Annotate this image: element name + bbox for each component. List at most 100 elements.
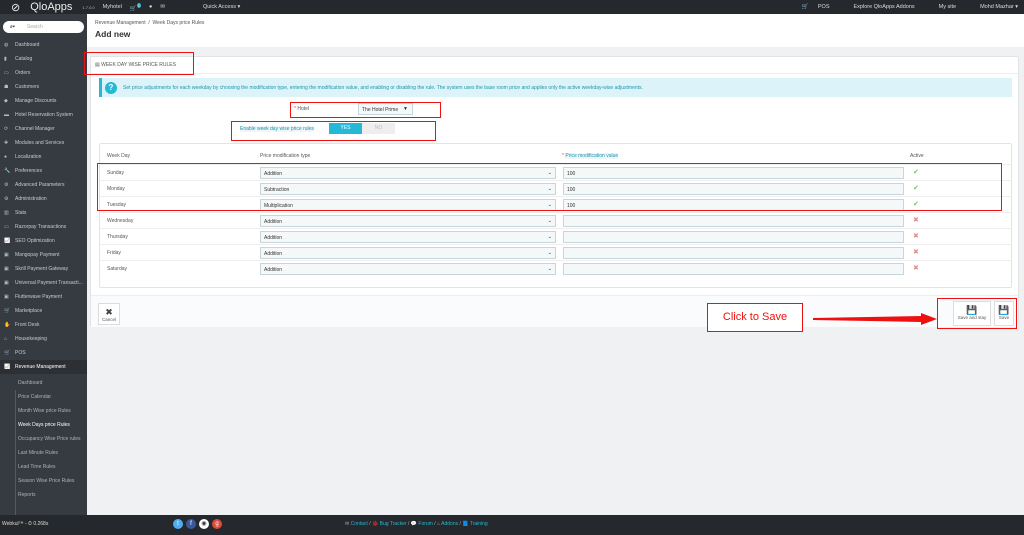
cross-icon[interactable]: ✖ <box>913 216 919 224</box>
modification-value-input[interactable] <box>563 215 904 227</box>
sidebar-item[interactable]: 🔧 Preferences <box>0 164 87 178</box>
sidebar-item[interactable]: 🛒 Marketplace <box>0 304 87 318</box>
cross-icon[interactable]: ✖ <box>913 232 919 240</box>
addons-link[interactable]: Addons <box>441 521 458 527</box>
modification-type-select[interactable]: Addition ⌄ <box>260 231 556 243</box>
contact-link[interactable]: Contact <box>351 521 368 527</box>
sidebar-item[interactable]: ✚ Modules and Services <box>0 136 87 150</box>
pos-link[interactable]: 🛒 POS <box>793 4 829 10</box>
submenu-item[interactable]: Lead Time Rules <box>18 460 56 474</box>
quick-access-menu[interactable]: Quick Access ▾ <box>203 4 240 10</box>
question-icon: ? <box>105 81 117 94</box>
sidebar-item[interactable]: ☗ Customers <box>0 80 87 94</box>
column-header: Week Day <box>107 153 130 159</box>
user-menu[interactable]: Mohd Mazhar ▾ <box>980 4 1018 10</box>
twitter-icon[interactable]: t <box>173 519 183 529</box>
submenu-item[interactable]: Reports <box>18 488 36 502</box>
refresh-icon: ⟳ <box>4 126 9 132</box>
submenu-item[interactable]: Week Days price Rules <box>18 418 70 432</box>
submenu-item[interactable]: Month Wise price Rules <box>18 404 71 418</box>
forum-link[interactable]: Forum <box>418 521 432 527</box>
credit-card-icon: ▭ <box>4 224 9 230</box>
submenu-item[interactable]: Season Wise Price Rules <box>18 474 74 488</box>
bug-tracker-link[interactable]: Bug Tracker <box>380 521 407 527</box>
table-row: Saturday Addition ⌄ ✖ <box>100 260 1011 276</box>
sidebar-item[interactable]: ⚙ Advanced Parameters <box>0 178 87 192</box>
cart-icon[interactable]: 🛒1 <box>130 2 142 11</box>
line-chart-icon: 📈 <box>4 238 11 244</box>
github-icon[interactable]: ◉ <box>199 519 209 529</box>
sidebar-item[interactable]: ◍ Dashboard <box>0 38 87 52</box>
submenu-item[interactable]: Dashboard <box>18 376 42 390</box>
column-header: * Price modification value <box>562 153 619 159</box>
modification-type-select[interactable]: Addition ⌄ <box>260 263 556 275</box>
sidebar-item[interactable]: ● Localization <box>0 150 87 164</box>
modification-type-select[interactable]: Addition ⌄ <box>260 247 556 259</box>
divider <box>91 73 1018 74</box>
logo[interactable]: ⊘ QloApps 1.7.0.0 <box>3 1 95 14</box>
modification-value-input[interactable] <box>563 247 904 259</box>
chevron-down-icon: ⌄ <box>547 250 552 256</box>
sidebar-item[interactable]: ▣ Skrill Payment Gateway <box>0 262 87 276</box>
footer-links: ✉ Contact / 🐞 Bug Tracker / 💬 Forum / ⌂ … <box>345 521 488 527</box>
facebook-icon[interactable]: f <box>186 519 196 529</box>
week-day: Wednesday <box>107 218 134 224</box>
sidebar-item[interactable]: ▮ Catalog <box>0 52 87 66</box>
week-day: Saturday <box>107 266 128 272</box>
cancel-button[interactable]: ✖ Cancel <box>98 303 120 325</box>
sidebar-item[interactable]: ◆ Manage Discounts <box>0 94 87 108</box>
logo-icon: ⊘ <box>11 1 21 14</box>
sidebar-item[interactable]: ▣ Mangopay Payment <box>0 248 87 262</box>
bug-icon: 🐞 <box>372 521 380 527</box>
training-link[interactable]: Training <box>470 521 488 527</box>
my-site-link[interactable]: My site <box>939 4 956 10</box>
sidebar-item[interactable]: 🛒 POS <box>0 346 87 360</box>
table-row: Friday Addition ⌄ ✖ <box>100 244 1011 260</box>
sidebar-item[interactable]: ⌂ Housekeeping <box>0 332 87 346</box>
breadcrumb: Revenue Management / Week Days price Rul… <box>95 20 205 26</box>
table-row: Thursday Addition ⌄ ✖ <box>100 228 1011 244</box>
annotation-box <box>290 102 441 118</box>
column-header: Price modification type <box>260 153 311 159</box>
google-plus-icon[interactable]: g <box>212 519 222 529</box>
envelope-icon[interactable]: ✉ <box>160 4 165 10</box>
sidebar-item[interactable]: ▥ Stats <box>0 206 87 220</box>
submenu-item[interactable]: Price Calendar <box>18 390 51 404</box>
cross-icon[interactable]: ✖ <box>913 264 919 272</box>
annotation-box <box>231 121 436 141</box>
modification-value-input[interactable] <box>563 231 904 243</box>
submenu-item[interactable]: Occupancy Wise Price rules <box>18 432 81 446</box>
table-row: Wednesday Addition ⌄ ✖ <box>100 212 1011 228</box>
page-header: Revenue Management / Week Days price Rul… <box>87 14 1024 47</box>
modification-type-select[interactable]: Addition ⌄ <box>260 215 556 227</box>
cross-icon[interactable]: ✖ <box>913 248 919 256</box>
modification-value-input[interactable] <box>563 263 904 275</box>
submenu-item[interactable]: Last Minute Rules <box>18 446 58 460</box>
money-icon: ▣ <box>4 266 9 272</box>
money-icon: ▣ <box>4 280 9 286</box>
search-input[interactable]: ⌕▾ Search <box>3 21 84 33</box>
sidebar-item[interactable]: ▣ Universal Payment Transacti... <box>0 276 87 290</box>
sidebar-item[interactable]: 📈 Revenue Management <box>0 360 87 374</box>
sidebar-item[interactable]: ▭ Razorpay Transactions <box>0 220 87 234</box>
sidebar-item[interactable]: 📈 SEO Optimization <box>0 234 87 248</box>
shop-link[interactable]: Myhotel <box>103 4 122 10</box>
bed-icon: ▬ <box>4 112 9 118</box>
addons-link[interactable]: Explore QloApps Addons <box>854 4 915 10</box>
week-day: Thursday <box>107 234 128 240</box>
chevron-down-icon: ⌄ <box>547 234 552 240</box>
cart-icon: 🛒 <box>4 350 11 356</box>
week-day: Friday <box>107 250 121 256</box>
sidebar-item[interactable]: ✋ Front Desk <box>0 318 87 332</box>
sidebar-item[interactable]: ▬ Hotel Reservation System <box>0 108 87 122</box>
breadcrumb-item[interactable]: Revenue Management <box>95 20 146 26</box>
sidebar-item[interactable]: ⟳ Channel Manager <box>0 122 87 136</box>
arrow-icon <box>813 313 937 325</box>
sidebar-item[interactable]: ▭ Orders <box>0 66 87 80</box>
user-icon[interactable]: ● <box>149 4 152 10</box>
gear-icon: ⚙ <box>4 196 9 202</box>
sidebar-item[interactable]: ▣ Flutterwave Payment <box>0 290 87 304</box>
breadcrumb-item[interactable]: Week Days price Rules <box>153 20 205 26</box>
dashboard-icon: ◍ <box>4 42 9 48</box>
sidebar-item[interactable]: ⚙ Administration <box>0 192 87 206</box>
